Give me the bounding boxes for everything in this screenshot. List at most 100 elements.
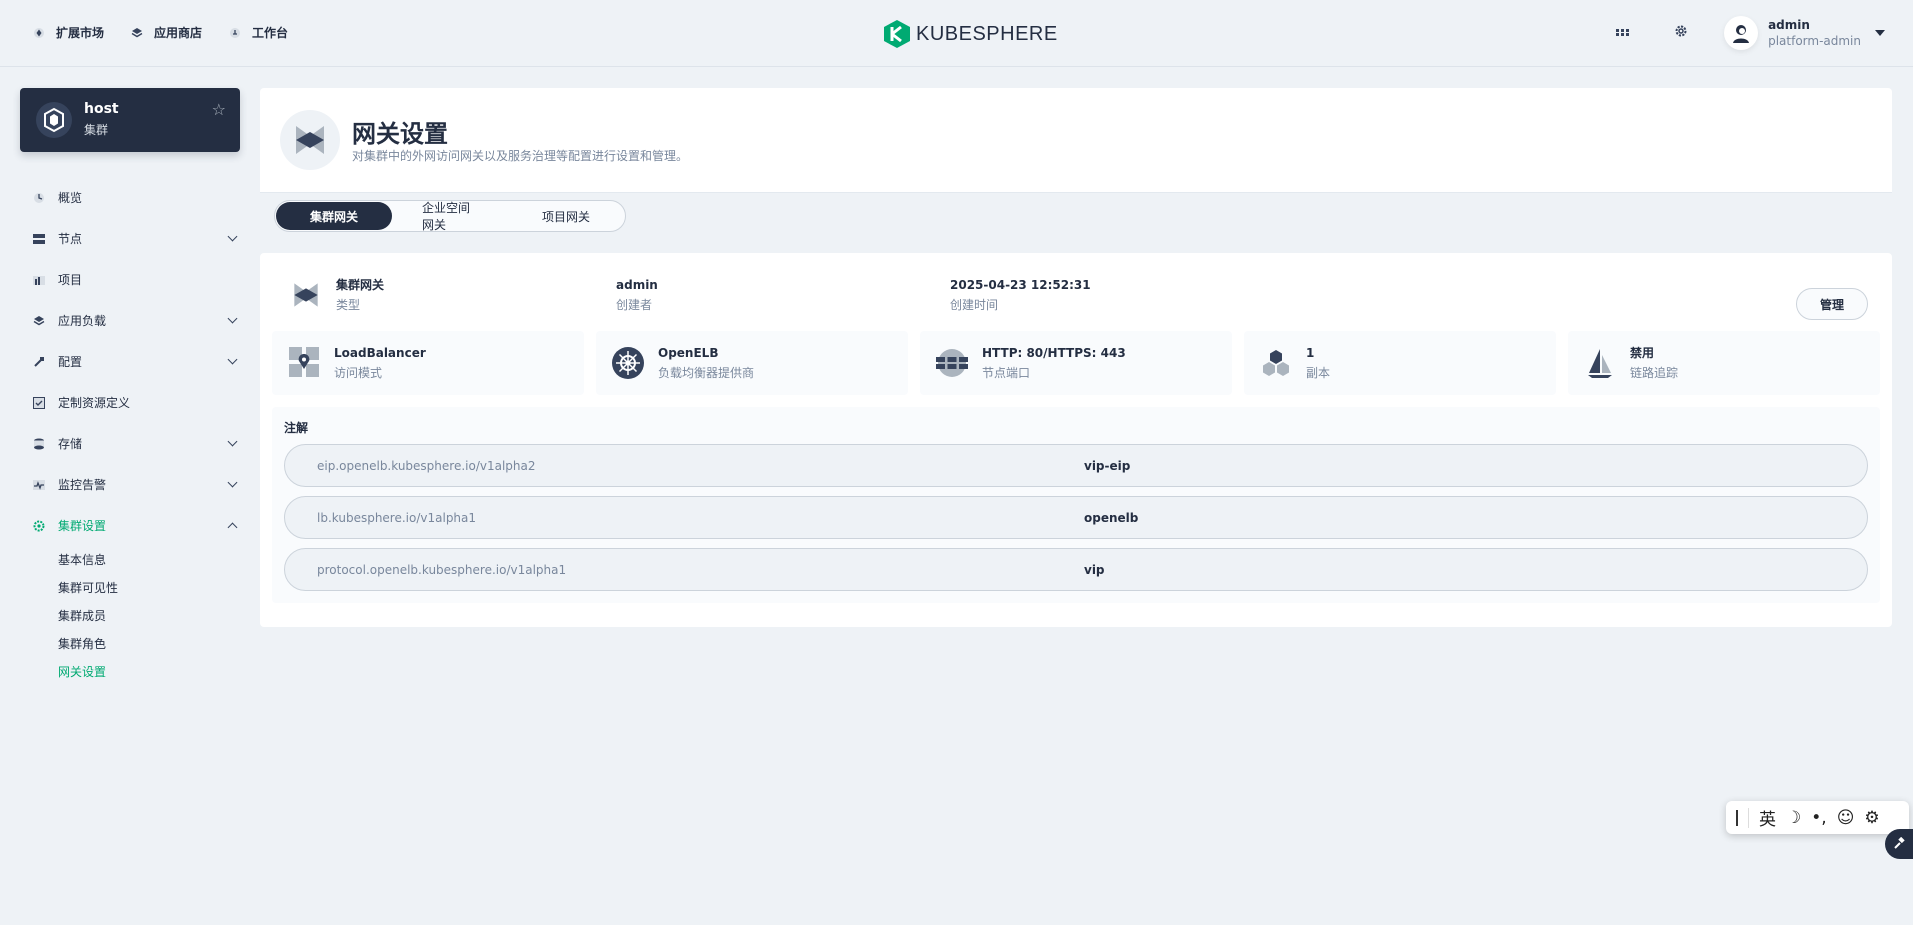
gateway-creator-value: admin: [616, 278, 658, 292]
annotation-key: eip.openelb.kubesphere.io/v1alpha2: [317, 458, 536, 473]
user-avatar-icon: [1733, 25, 1750, 43]
stat-value: LoadBalancer: [334, 346, 426, 360]
sidebar-menu: 概览 节点 项目 应用负载 配置 定制资源定义 存储 监控告警 集群设置 基本信: [32, 177, 240, 686]
gear-icon: [1674, 24, 1688, 42]
submenu-cluster-members[interactable]: 集群成员: [58, 602, 240, 630]
toolbox-button[interactable]: [1885, 829, 1913, 859]
punctuation-icon[interactable]: •,: [1811, 808, 1826, 828]
nav-app-store[interactable]: 应用商店: [130, 24, 202, 41]
helm-icon: [610, 345, 646, 381]
user-name: admin: [1768, 18, 1810, 32]
nodes-icon: [32, 232, 46, 246]
chevron-up-icon: [227, 522, 238, 533]
gateway-type-value: 集群网关: [336, 278, 385, 292]
apps-grid-button[interactable]: [1608, 18, 1638, 48]
submenu-basic-info[interactable]: 基本信息: [58, 546, 240, 574]
brand-name: KUBESPHERE: [916, 22, 1058, 45]
kubesphere-logo[interactable]: KUBESPHERE: [884, 20, 1058, 48]
grid-icon: [1616, 25, 1630, 41]
kubesphere-logo-icon: [884, 20, 910, 48]
gateway-type: 集群网关 类型: [288, 277, 384, 313]
annotation-key: lb.kubesphere.io/v1alpha1: [317, 510, 477, 525]
emoji-icon[interactable]: ☺: [1837, 808, 1855, 828]
stat-access-mode: LoadBalancer 访问模式: [272, 331, 584, 395]
sidebar-item-label: 存储: [58, 437, 83, 451]
workbench-icon: [228, 26, 242, 40]
gateway-tabs: 集群网关 企业空间网关 项目网关: [274, 200, 626, 232]
nav-workbench[interactable]: 工作台: [228, 24, 288, 41]
sidebar-item-config[interactable]: 配置: [32, 341, 240, 382]
storage-icon: [32, 437, 46, 451]
sidebar-item-projects[interactable]: 项目: [32, 259, 240, 300]
top-bar: 扩展市场 应用商店 工作台 KUBESPHERE admin platform-…: [0, 0, 1913, 67]
cluster-card[interactable]: host 集群 ☆: [20, 88, 240, 152]
nav-app-store-label: 应用商店: [154, 26, 203, 40]
tab-project-gateway[interactable]: 项目网关: [508, 202, 624, 230]
stat-tracing: 禁用 链路追踪: [1568, 331, 1880, 395]
tab-cluster-gateway[interactable]: 集群网关: [276, 202, 392, 230]
sidebar-item-cluster-settings[interactable]: 集群设置: [32, 505, 240, 546]
monitoring-icon: [32, 478, 46, 492]
sidebar-item-crd[interactable]: 定制资源定义: [32, 382, 240, 423]
ime-toolbar[interactable]: 英 ☽ •, ☺ ⚙: [1726, 801, 1909, 834]
gateway-creator: admin 创建者: [616, 277, 658, 313]
chevron-down-icon: [227, 436, 238, 447]
submenu-cluster-roles[interactable]: 集群角色: [58, 630, 240, 658]
submenu-gateway-settings[interactable]: 网关设置: [58, 658, 240, 686]
projects-icon: [32, 273, 46, 287]
sidebar-item-storage[interactable]: 存储: [32, 423, 240, 464]
moon-icon[interactable]: ☽: [1786, 808, 1801, 828]
star-icon[interactable]: ☆: [212, 100, 226, 119]
stat-value: 禁用: [1630, 346, 1655, 360]
ime-language-toggle[interactable]: 英: [1759, 805, 1776, 830]
tracing-icon: [1582, 345, 1618, 381]
stat-value: OpenELB: [658, 346, 719, 360]
sidebar-item-overview[interactable]: 概览: [32, 177, 240, 218]
settings-button[interactable]: [1666, 18, 1696, 48]
annotations-section: 注解 eip.openelb.kubesphere.io/v1alpha2 vi…: [272, 407, 1880, 603]
nav-workbench-label: 工作台: [252, 26, 289, 40]
stat-node-port: HTTP: 80/HTTPS: 443 节点端口: [920, 331, 1232, 395]
page-header: 网关设置 对集群中的外网访问网关以及服务治理等配置进行设置和管理。: [260, 88, 1892, 192]
manage-button[interactable]: 管理: [1796, 288, 1868, 320]
stat-label: 副本: [1306, 366, 1331, 380]
access-mode-icon: [286, 345, 322, 381]
gateway-stats: LoadBalancer 访问模式 OpenELB 负载均衡器提供商 HTTP:…: [272, 331, 1880, 395]
stat-label: 访问模式: [334, 366, 383, 380]
chevron-down-icon: [227, 231, 238, 242]
cluster-settings-icon: [32, 519, 46, 533]
sidebar-item-label: 配置: [58, 355, 83, 369]
nav-extensions-label: 扩展市场: [56, 26, 105, 40]
chevron-down-icon: [227, 477, 238, 488]
crd-icon: [32, 396, 46, 410]
gateway-icon: [280, 110, 340, 170]
sidebar-item-label: 应用负载: [58, 314, 107, 328]
sidebar-item-monitoring[interactable]: 监控告警: [32, 464, 240, 505]
submenu-cluster-visibility[interactable]: 集群可见性: [58, 574, 240, 602]
tab-workspace-gateway[interactable]: 企业空间网关: [392, 201, 508, 232]
sidebar-item-nodes[interactable]: 节点: [32, 218, 240, 259]
gateway-creator-label: 创建者: [616, 298, 653, 312]
gateway-created: 2025-04-23 12:52:31 创建时间: [950, 277, 1091, 313]
sidebar-item-label: 概览: [58, 191, 83, 205]
avatar[interactable]: [1724, 16, 1759, 50]
user-role: platform-admin: [1768, 34, 1861, 48]
config-icon: [32, 355, 46, 369]
globe-icon: [934, 345, 970, 381]
app-store-icon: [130, 26, 144, 40]
sidebar-item-label: 监控告警: [58, 478, 107, 492]
nav-extensions[interactable]: 扩展市场: [32, 24, 104, 41]
chevron-down-icon[interactable]: [1875, 30, 1885, 36]
cluster-icon: [36, 102, 72, 138]
top-right-tools: admin platform-admin: [1608, 16, 1885, 50]
main-content: 网关设置 对集群中的外网访问网关以及服务治理等配置进行设置和管理。 集群网关 企…: [260, 88, 1892, 627]
ime-separator: [1748, 807, 1749, 828]
hammer-icon: [1893, 836, 1905, 852]
user-menu[interactable]: admin platform-admin: [1768, 18, 1861, 48]
annotation-row: protocol.openelb.kubesphere.io/v1alpha1 …: [284, 548, 1868, 591]
page-description: 对集群中的外网访问网关以及服务治理等配置进行设置和管理。: [352, 149, 689, 163]
sidebar-item-workloads[interactable]: 应用负载: [32, 300, 240, 341]
ime-drag-handle[interactable]: [1736, 809, 1738, 826]
gear-icon[interactable]: ⚙: [1864, 808, 1879, 828]
stat-lb-provider: OpenELB 负载均衡器提供商: [596, 331, 908, 395]
